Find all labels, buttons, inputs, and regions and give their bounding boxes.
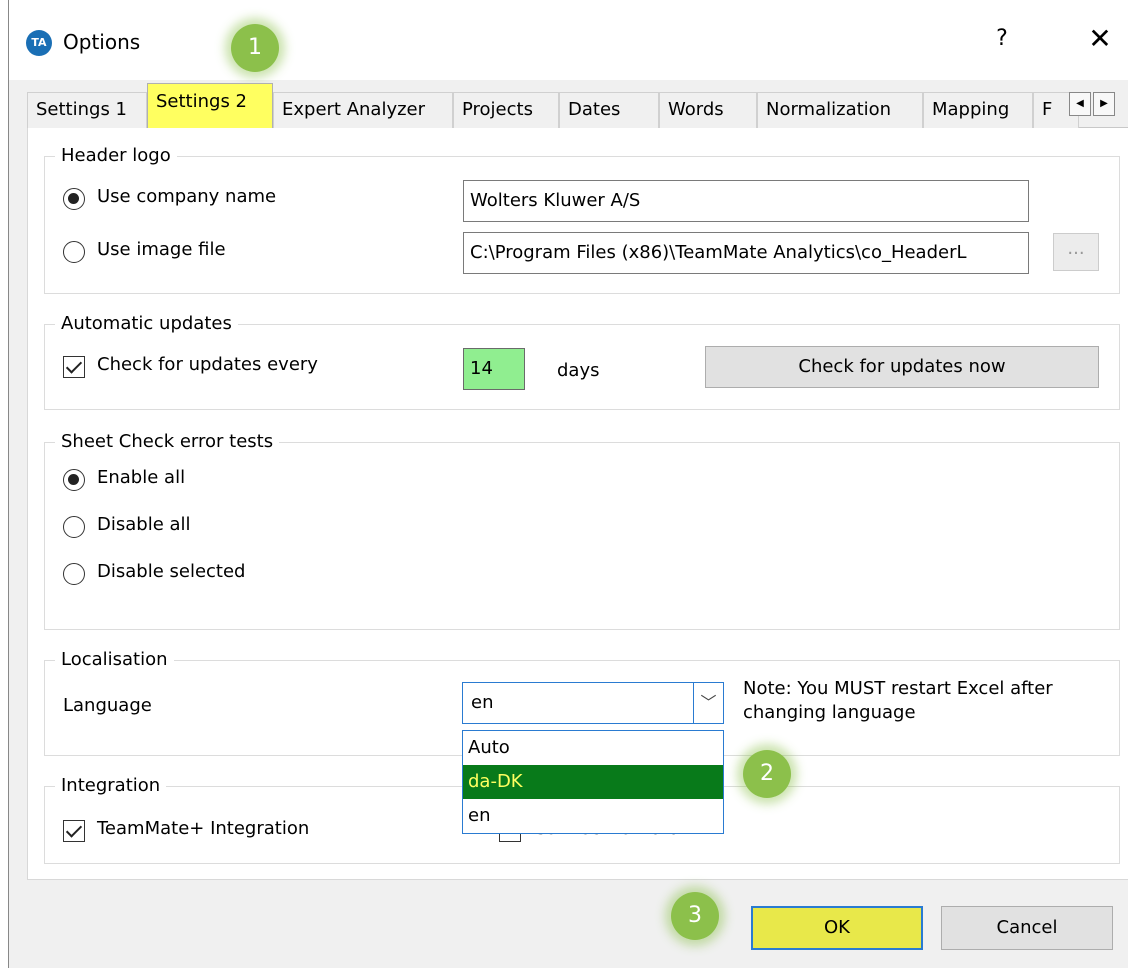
update-days-field[interactable]: 14 <box>463 348 525 390</box>
language-label: Language <box>63 695 152 716</box>
use-company-name-radio[interactable] <box>63 188 85 210</box>
teammate-integration-checkbox[interactable] <box>63 820 85 842</box>
sheet-check-group: Sheet Check error tests Enable all Disab… <box>44 429 1120 630</box>
callout-2: 2 <box>743 750 791 798</box>
tab-scroll-left-icon[interactable]: ◀ <box>1069 92 1091 116</box>
options-dialog: TA Options ? ✕ Settings 1 Settings 2 Exp… <box>8 0 1128 968</box>
ok-button[interactable]: OK <box>751 906 923 950</box>
tab-projects[interactable]: Projects <box>453 92 559 128</box>
language-dropdown[interactable]: en ﹀ <box>462 682 724 724</box>
callout-1: 1 <box>231 24 279 72</box>
tab-dates[interactable]: Dates <box>559 92 659 128</box>
language-selected-value: en <box>471 692 494 713</box>
chevron-down-icon[interactable]: ﹀ <box>693 683 723 723</box>
sheet-check-title: Sheet Check error tests <box>55 429 280 455</box>
help-button[interactable]: ? <box>987 26 1017 51</box>
tab-mapping[interactable]: Mapping <box>923 92 1033 128</box>
check-for-updates-now-button[interactable]: Check for updates now <box>705 346 1099 388</box>
settings-2-panel: Header logo Use company name Wolters Klu… <box>27 128 1128 880</box>
check-for-updates-label: Check for updates every <box>97 354 318 375</box>
disable-all-label: Disable all <box>97 514 191 535</box>
integration-title: Integration <box>55 773 167 799</box>
disable-selected-radio[interactable] <box>63 563 85 585</box>
tab-settings-2[interactable]: Settings 2 <box>147 83 273 128</box>
teammate-integration-label: TeamMate+ Integration <box>97 818 310 839</box>
language-options-list: Auto da-DK en <box>462 730 724 834</box>
browse-button[interactable]: ... <box>1053 233 1099 271</box>
check-for-updates-checkbox[interactable] <box>63 356 85 378</box>
callout-3: 3 <box>671 892 719 940</box>
app-logo-icon: TA <box>26 30 52 56</box>
language-option-auto[interactable]: Auto <box>463 731 723 765</box>
localisation-title: Localisation <box>55 647 174 673</box>
days-label: days <box>557 360 600 381</box>
automatic-updates-title: Automatic updates <box>55 311 238 337</box>
automatic-updates-group: Automatic updates Check for updates ever… <box>44 311 1120 410</box>
tab-words[interactable]: Words <box>659 92 757 128</box>
cancel-button[interactable]: Cancel <box>941 906 1113 950</box>
close-button[interactable]: ✕ <box>1083 22 1117 55</box>
tab-settings-1[interactable]: Settings 1 <box>27 92 147 128</box>
tab-normalization[interactable]: Normalization <box>757 92 923 128</box>
use-company-name-label: Use company name <box>97 186 277 207</box>
language-option-da-dk[interactable]: da-DK <box>463 765 723 799</box>
language-option-en[interactable]: en <box>463 799 723 833</box>
enable-all-radio[interactable] <box>63 469 85 491</box>
restart-note: Note: You MUST restart Excel after chang… <box>743 678 1053 723</box>
use-image-file-radio[interactable] <box>63 241 85 263</box>
use-image-file-label: Use image file <box>97 239 226 260</box>
header-logo-group: Header logo Use company name Wolters Klu… <box>44 143 1120 294</box>
tab-expert-analyzer[interactable]: Expert Analyzer <box>273 92 453 128</box>
company-name-field[interactable]: Wolters Kluwer A/S <box>463 180 1029 222</box>
header-logo-title: Header logo <box>55 143 177 169</box>
disable-selected-label: Disable selected <box>97 561 246 582</box>
disable-all-radio[interactable] <box>63 516 85 538</box>
tab-scroll-right-icon[interactable]: ▶ <box>1093 92 1115 116</box>
title-bar: TA Options ? ✕ <box>9 0 1128 80</box>
image-file-path-field[interactable]: C:\Program Files (x86)\TeamMate Analytic… <box>463 232 1029 274</box>
tab-strip: Settings 1 Settings 2 Expert Analyzer Pr… <box>27 83 1128 128</box>
enable-all-label: Enable all <box>97 467 186 488</box>
window-title: Options <box>63 30 141 54</box>
